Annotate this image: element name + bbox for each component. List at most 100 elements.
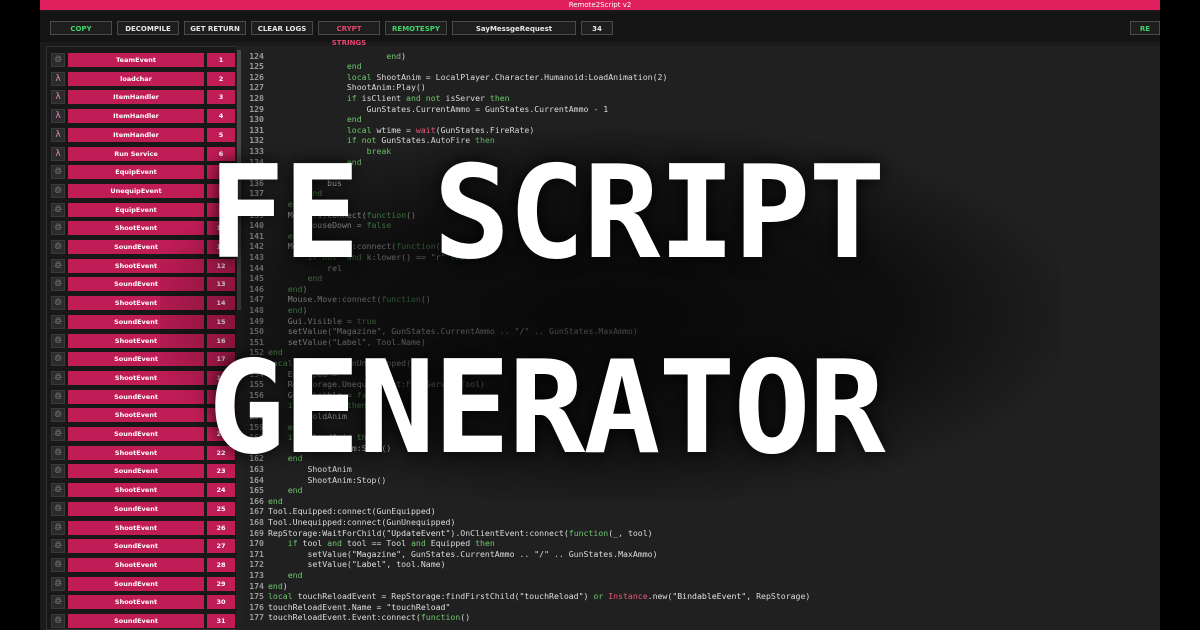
sidebar-item[interactable]: λ ItemHandler 4 [51,109,235,124]
line-number: 159 [249,421,264,432]
code-editor[interactable]: 124 end) 125 end 126 local ShootAnim = Loc… [242,46,1160,630]
code-text: Mouse.Move:connect(function() [268,294,431,304]
sidebar-item[interactable]: ♲ TeamEvent 1 [51,53,235,67]
sidebar-item[interactable]: ♲ ShootEvent 22 [51,445,235,460]
line-number: 175 [249,591,264,602]
code-line: 138 end) [242,199,1142,210]
sidebar-item[interactable]: ♲ SoundEvent 15 [51,314,235,329]
sidebar-item[interactable]: ♲ SoundEvent 25 [51,501,235,516]
sidebar-item[interactable]: ♲ SoundEvent 17 [51,352,235,367]
line-number: 131 [249,124,264,135]
sidebar-item[interactable]: ♲ SoundEvent 11 [51,240,235,254]
string-token: "Label" [332,336,367,347]
code-token: = [341,389,357,400]
sidebar-item[interactable]: ♲ EquipEvent 9 [51,202,235,217]
code-token: Stop [356,474,377,485]
line-number: 164 [249,474,264,485]
remote-name-field[interactable]: SayMessgeRequest [452,21,576,35]
decompile-button[interactable]: DECOMPILE [117,21,179,35]
sidebar-item-count: 21 [207,427,235,441]
crypt-strings-button[interactable]: CRYPT STRINGS [318,21,380,47]
line-number: 143 [249,252,264,262]
sidebar-item[interactable]: ♲ SoundEvent 27 [51,539,235,554]
code-token: bus [327,177,342,188]
string-token: "/" [534,548,550,559]
sidebar-item[interactable]: ♲ ShootEvent 10 [51,221,235,236]
code-token: AutoFire [430,135,471,146]
line-number: 158 [249,411,264,421]
code-text: end [268,61,362,71]
code-token: ) [632,326,638,337]
sidebar-item[interactable]: ♲ SoundEvent 31 [51,614,235,628]
code-token: GunStates [549,326,594,337]
sidebar-item-count: 26 [207,520,235,535]
remote-event-icon: ♲ [51,333,65,348]
code-token: .. [529,326,550,337]
code-line: 156 Gui.Visible = false [242,390,1142,401]
code-text: end [268,570,303,580]
line-number: 135 [249,167,264,178]
sidebar-item[interactable]: ♲ SoundEvent 23 [51,464,235,479]
remote-event-icon: ♲ [51,614,65,628]
sidebar-item-count: 25 [207,501,235,516]
right-toolbar-button[interactable]: RE [1130,21,1160,35]
keyword-token: end [287,305,303,315]
code-token: tool [302,538,323,549]
code-line: 146 end) [242,284,1142,295]
remotespy-button[interactable]: REMOTESPY [385,21,447,35]
get-return-button[interactable]: GET RETURN [184,21,246,35]
sidebar-item[interactable]: ♲ ShootEvent 24 [51,483,235,498]
sidebar-item[interactable]: ♲ EquipEvent 7 [51,165,235,180]
copy-button[interactable]: COPY [50,21,112,35]
sidebar-item[interactable]: ♲ ShootEvent 18 [51,370,235,385]
line-number: 161 [249,442,264,453]
line-number: 163 [249,464,264,474]
code-token: GunEquipped [376,506,431,517]
sidebar-item[interactable]: ♲ SoundEvent 21 [51,427,235,441]
code-token: Character [494,71,540,82]
sidebar-item[interactable]: ♲ SoundEvent 13 [51,277,235,292]
code-token: Name [351,601,372,612]
code-token: GunStates [484,103,530,114]
line-number: 168 [249,517,264,527]
code-token: GunStates [440,124,485,135]
code-text: Mouse.1:connect(function() [268,210,416,220]
sidebar-item[interactable]: λ loadchar 2 [51,71,235,86]
sidebar-item[interactable]: λ ItemHandler 5 [51,127,235,142]
code-line: 173 end [242,570,1142,581]
code-text: end [268,347,283,357]
sidebar-item[interactable]: ♲ ShootEvent 20 [51,408,235,423]
clear-logs-button[interactable]: CLEAR LOGS [251,21,313,35]
string-token: "touchReload" [519,591,584,602]
call-count-field[interactable]: 34 [581,21,613,35]
sidebar-item[interactable]: ♲ UnequipEvent 8 [51,183,235,198]
sidebar-item[interactable]: ♲ SoundEvent 29 [51,576,235,591]
code-token: GunUnequipped [341,358,407,368]
code-token: connect [337,506,372,517]
scrollbar-thumb[interactable] [237,50,241,310]
code-token: touchReloadEvent [297,591,377,602]
sidebar-item[interactable]: ♲ ShootEvent 12 [51,258,235,273]
code-text: MouseDown = false [268,220,391,230]
code-line: 143 if not and k:lower() == "r" then [242,252,1142,263]
code-token: MouseDown [307,220,352,231]
code-token: ). [450,527,461,538]
code-text: local wtime = wait(GunStates.FireRate) [268,125,534,135]
sidebar-item-label: ShootEvent [68,445,204,460]
sidebar-item[interactable]: ♲ ShootEvent 14 [51,296,235,311]
sidebar-item[interactable]: ♲ ShootEvent 26 [51,520,235,535]
sidebar-item[interactable]: ♲ SoundEvent 19 [51,389,235,404]
sidebar-item[interactable]: λ ItemHandler 3 [51,90,235,105]
sidebar-item[interactable]: ♲ ShootEvent 28 [51,557,235,572]
code-token: UnequipEvent [341,379,402,390]
sidebar-item[interactable]: ♲ ShootEvent 16 [51,333,235,348]
sidebar-item[interactable]: ♲ ShootEvent 30 [51,595,235,610]
sidebar-item[interactable]: λ Run Service 6 [51,146,235,161]
